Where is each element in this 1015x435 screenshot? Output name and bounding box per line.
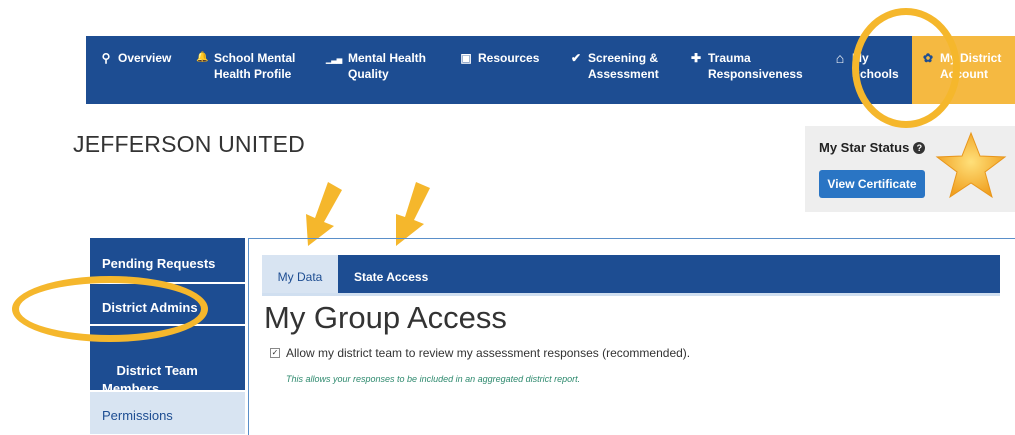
star-icon (935, 131, 1007, 199)
checkbox-help-note: This allows your responses to be include… (286, 374, 581, 384)
nav-resources[interactable]: ▣ Resources (460, 50, 539, 66)
image-icon: ▣ (460, 51, 472, 65)
annotation-circle-district-account (852, 8, 960, 128)
nav-trauma-responsiveness-label: Trauma Responsiveness (708, 51, 803, 81)
team-review-checkbox-label: Allow my district team to review my asse… (286, 346, 691, 360)
map-marker-icon: ⚲ (101, 51, 111, 65)
tab-state-access[interactable]: State Access (354, 255, 428, 293)
team-review-checkbox[interactable]: ✓ (270, 348, 280, 358)
nav-screening-assessment[interactable]: ✔ Screening & Assessment (570, 50, 659, 82)
star-status-panel: My Star Status? View Certificate (805, 126, 1015, 212)
nav-screening-assessment-label: Screening & Assessment (588, 51, 659, 81)
annotation-circle-district-admins (12, 276, 208, 342)
help-icon[interactable]: ? (913, 142, 926, 154)
check-icon: ✔ (570, 51, 582, 65)
sidebar-item-label: Permissions (102, 408, 173, 423)
bar-chart-icon: ▁▃▅ (326, 57, 343, 64)
bell-icon: 🔔 (196, 52, 209, 63)
page-title: My Group Access (264, 300, 507, 335)
nav-overview[interactable]: ⚲ Overview (100, 50, 172, 66)
view-certificate-button[interactable]: View Certificate (819, 170, 925, 198)
team-review-checkbox-row: ✓ Allow my district team to review my as… (270, 346, 690, 360)
nav-school-mental-health-profile[interactable]: 🔔 School Mental Health Profile (196, 50, 295, 82)
nav-resources-label: Resources (478, 51, 540, 65)
tab-my-data[interactable]: My Data (262, 255, 338, 293)
nav-overview-label: Overview (118, 51, 172, 65)
nav-mental-health-quality[interactable]: ▁▃▅ Mental Health Quality (326, 50, 426, 82)
tab-bar: My Data State Access (262, 255, 1000, 296)
nav-school-mental-health-profile-label: School Mental Health Profile (214, 51, 296, 81)
plus-icon: ✚ (690, 51, 702, 65)
sidebar-item-label: Pending Requests (102, 256, 216, 271)
district-name: JEFFERSON UNITED (73, 131, 305, 157)
nav-trauma-responsiveness[interactable]: ✚ Trauma Responsiveness (690, 50, 803, 82)
sidebar-item-permissions[interactable]: Permissions (90, 392, 245, 434)
star-status-label: My Star Status? (819, 140, 926, 155)
nav-mental-health-quality-label: Mental Health Quality (348, 51, 427, 81)
home-icon: ⌂ (835, 50, 845, 66)
